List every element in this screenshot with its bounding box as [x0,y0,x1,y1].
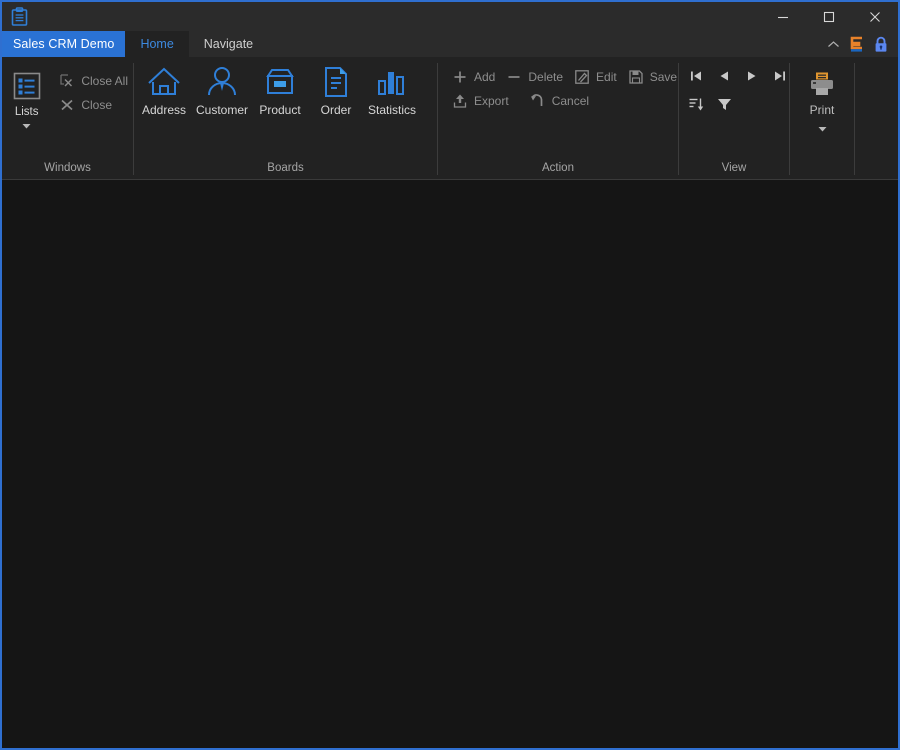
title-bar [2,2,898,31]
edit-label: Edit [596,70,617,84]
next-record-icon[interactable] [739,63,765,89]
board-label-order: Order [320,103,352,117]
board-label-product: Product [259,103,301,117]
filter-icon[interactable] [711,91,737,117]
print-button[interactable]: Print [795,61,849,135]
window-controls [760,2,898,31]
brand-logo-icon[interactable] [846,33,868,55]
action-row-2: Export Cancel [446,89,682,113]
app-menu-tab[interactable]: Sales CRM Demo [2,31,126,57]
board-button-product[interactable]: Product [252,61,308,117]
lists-button[interactable]: Lists [6,63,47,132]
export-label: Export [474,94,509,108]
edit-button[interactable]: Edit [568,65,622,89]
close-x-icon [58,96,76,114]
tab-navigate[interactable]: Navigate [189,31,268,57]
ribbon-group-windows: Lists Close All Close Windows [2,57,133,179]
chevron-down-icon[interactable] [818,121,827,135]
cancel-label: Cancel [551,94,590,108]
board-button-statistics[interactable]: Statistics [364,61,420,117]
ribbon-group-view: View [679,57,789,179]
export-button[interactable]: Export [446,89,514,113]
add-button[interactable]: Add [446,65,500,89]
close-label: Close [81,98,112,112]
lists-button-label: Lists [14,106,39,118]
list-icon [12,67,42,101]
tab-home[interactable]: Home [125,31,189,57]
export-upload-icon [451,92,469,110]
close-button[interactable]: Close [53,93,133,117]
maximize-icon[interactable] [806,2,852,31]
chevron-down-icon[interactable] [22,120,31,132]
ribbon-filler [855,57,898,179]
close-all-button[interactable]: Close All [53,69,133,93]
minimize-icon[interactable] [760,2,806,31]
group-label-print [790,157,854,179]
print-button-label: Print [809,103,835,117]
add-label: Add [474,70,496,84]
floppy-disk-icon [627,68,645,86]
undo-arrow-icon [529,92,547,110]
close-all-icon [58,72,76,90]
printer-icon [808,67,836,97]
tab-bar-right-icons [822,31,898,57]
pencil-square-icon [573,68,591,86]
close-all-label: Close All [81,74,128,88]
action-buttons: Add Delete Edit Save Export Cancel [446,65,682,113]
ribbon: Lists Close All Close Windows Address Cu… [2,57,898,180]
plus-icon [451,68,469,86]
lock-icon[interactable] [870,33,892,55]
board-label-statistics: Statistics [368,103,417,117]
action-row-1: Add Delete Edit Save [446,65,682,89]
close-icon[interactable] [852,2,898,31]
group-label-windows: Windows [44,162,91,174]
delete-label: Delete [528,70,564,84]
first-record-icon[interactable] [683,63,709,89]
boards-buttons: Address Customer Product Order Statistic… [136,61,420,117]
group-label-action: Action [542,162,574,174]
cancel-button[interactable]: Cancel [524,89,594,113]
board-label-customer: Customer [196,103,249,117]
board-label-address: Address [141,103,187,117]
group-label-boards: Boards [267,162,304,174]
clipboard-icon [6,4,32,30]
group-label-view: View [721,162,747,174]
home-icon [146,63,182,99]
chevron-up-icon[interactable] [822,33,844,55]
document-icon [319,63,353,99]
board-button-order[interactable]: Order [308,61,364,117]
ribbon-group-boards: Address Customer Product Order Statistic… [134,57,437,179]
save-button[interactable]: Save [622,65,682,89]
person-icon [204,63,240,99]
minus-icon [505,68,523,86]
board-button-address[interactable]: Address [136,61,192,117]
delete-button[interactable]: Delete [500,65,568,89]
sort-icon[interactable] [683,91,709,117]
view-tools [683,91,793,117]
ribbon-group-action: Add Delete Edit Save Export Cancel Actio… [438,57,678,179]
record-navigation [683,63,793,89]
ribbon-tab-bar: Sales CRM Demo Home Navigate [2,31,898,57]
save-label: Save [649,70,678,84]
previous-record-icon[interactable] [711,63,737,89]
workspace-area[interactable] [2,180,898,748]
box-icon [262,63,298,99]
bar-chart-icon [374,63,410,99]
windows-small-buttons: Close All Close [53,63,133,117]
application-window: Sales CRM Demo Home Navigate Lists Close… [0,0,900,750]
ribbon-group-print: Print [790,57,854,179]
board-button-customer[interactable]: Customer [192,61,252,117]
view-buttons [683,63,793,117]
